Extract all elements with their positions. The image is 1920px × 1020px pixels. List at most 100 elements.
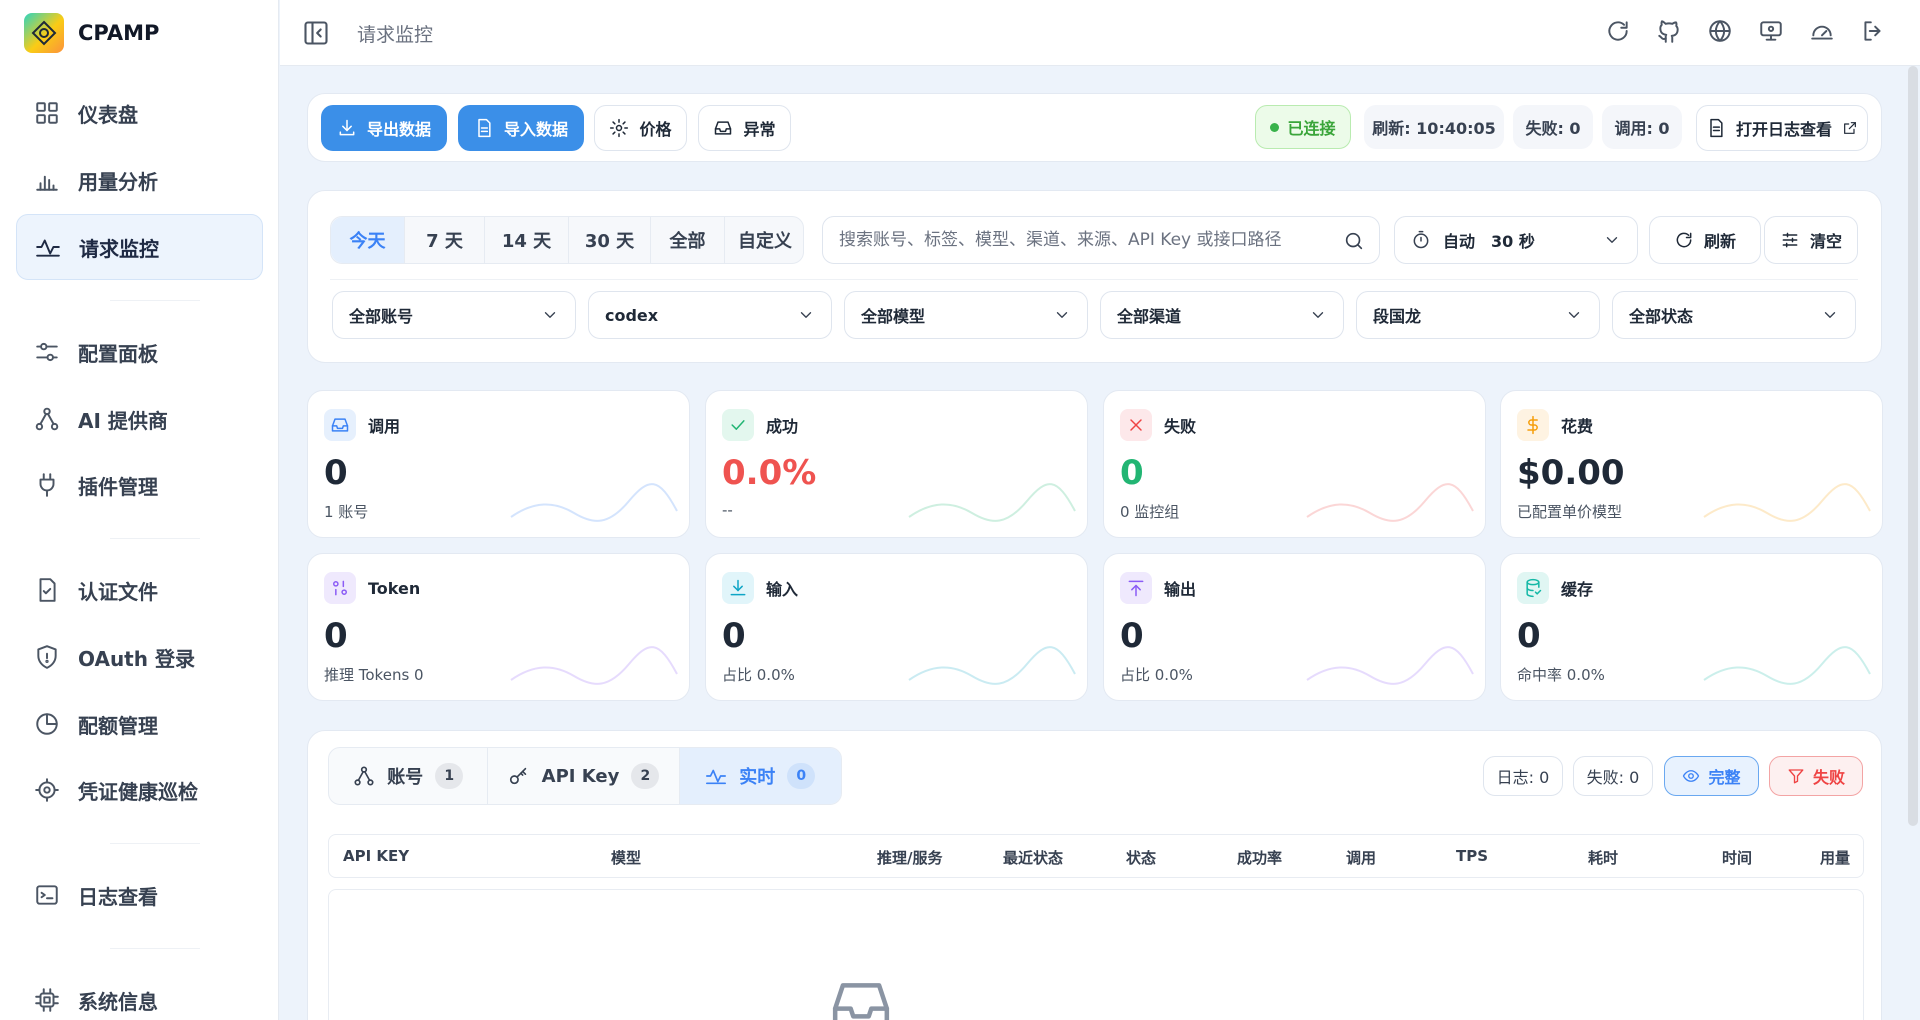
refresh-button[interactable]: 刷新: [1649, 216, 1761, 264]
sidebar-item-label: 凭证健康巡检: [78, 779, 198, 804]
logout-icon[interactable]: [1860, 18, 1886, 44]
column-header[interactable]: 成功率: [1237, 847, 1282, 868]
globe-icon[interactable]: [1707, 18, 1733, 44]
range-today[interactable]: 今天: [331, 217, 405, 263]
sidebar-toggle-icon[interactable]: [302, 19, 330, 47]
sidebar-item-oauth[interactable]: OAuth 登录: [16, 624, 263, 690]
account-select[interactable]: 全部账号: [332, 291, 576, 339]
sidebar-item-dashboard[interactable]: 仪表盘: [16, 80, 263, 146]
activity-icon: [36, 239, 60, 257]
chevron-down-icon: [1312, 312, 1324, 318]
price-button[interactable]: 价格: [594, 105, 687, 151]
sparkline-decoration: [510, 483, 678, 522]
column-header[interactable]: 状态: [1126, 847, 1156, 868]
pie-clock-icon: [36, 713, 58, 735]
sparkline-decoration: [908, 646, 1076, 685]
stat-card-calls: 调用 0 1 账号: [307, 390, 690, 538]
range-custom[interactable]: 自定义: [725, 217, 805, 263]
sliders-icon: [36, 342, 58, 362]
count-badge: 2: [631, 763, 660, 789]
tab-label: 实时: [739, 767, 776, 788]
refresh-label: 刷新: [1703, 232, 1736, 251]
fail-filter-button[interactable]: 失败: [1769, 756, 1863, 796]
channel-select-value: 全部渠道: [1117, 307, 1182, 326]
range-all[interactable]: 全部: [651, 217, 725, 263]
column-header[interactable]: 模型: [611, 847, 641, 868]
stat-card-failure: 失败 0 0 监控组: [1103, 390, 1486, 538]
column-header[interactable]: TPS: [1456, 847, 1488, 865]
column-header[interactable]: 最近状态: [1003, 847, 1063, 868]
column-header[interactable]: 推理/服务: [877, 847, 942, 868]
clear-button[interactable]: 清空: [1764, 216, 1858, 264]
sidebar-item-label: 认证文件: [78, 579, 158, 604]
sidebar-item-label: 日志查看: [78, 884, 158, 909]
key-icon: [509, 767, 526, 785]
range-30-days[interactable]: 30 天: [569, 217, 651, 263]
search-input[interactable]: [839, 217, 1329, 263]
monitor-icon[interactable]: [1758, 18, 1784, 44]
open-log-viewer-button[interactable]: 打开日志查看: [1696, 105, 1868, 151]
full-view-button[interactable]: 完整: [1664, 756, 1759, 796]
anomaly-label: 异常: [743, 120, 776, 139]
sidebar-item-auth-files[interactable]: 认证文件: [16, 557, 263, 623]
page-scrollbar[interactable]: [1908, 66, 1918, 826]
source-select[interactable]: codex: [588, 291, 832, 339]
nav-divider: [110, 300, 200, 301]
tab-accounts[interactable]: 账号 1: [329, 748, 489, 804]
stat-title: 成功: [766, 417, 799, 436]
stat-title: Token: [368, 578, 421, 598]
column-header[interactable]: API KEY: [343, 847, 409, 865]
app-name: CPAMP: [78, 21, 160, 45]
column-header[interactable]: 调用: [1346, 847, 1376, 868]
model-select[interactable]: 全部模型: [844, 291, 1088, 339]
sidebar-item-quota[interactable]: 配额管理: [16, 691, 263, 757]
stat-subtitle: 占比 0.0%: [722, 666, 795, 684]
column-header[interactable]: 耗时: [1588, 847, 1618, 868]
tab-label: API Key: [541, 765, 620, 787]
range-14-days[interactable]: 14 天: [485, 217, 569, 263]
sidebar-item-system-info[interactable]: 系统信息: [16, 967, 263, 1020]
chevron-down-icon: [1824, 312, 1836, 318]
range-7-days[interactable]: 7 天: [405, 217, 485, 263]
tab-realtime[interactable]: 实时 0: [679, 748, 841, 804]
sidebar-item-logs[interactable]: 日志查看: [16, 862, 263, 928]
stat-title: 输出: [1164, 580, 1197, 599]
stat-value: 0: [1120, 453, 1144, 493]
status-select[interactable]: 全部状态: [1612, 291, 1856, 339]
stat-card-input: 输入 0 占比 0.0%: [705, 553, 1088, 701]
sidebar-item-config[interactable]: 配置面板: [16, 319, 263, 385]
import-data-button[interactable]: 导入数据: [458, 105, 584, 151]
sparkline-decoration: [1306, 483, 1474, 522]
chevron-down-icon: [1568, 312, 1580, 318]
auto-refresh-select[interactable]: 自动 30 秒: [1394, 216, 1638, 264]
github-icon[interactable]: [1656, 18, 1682, 44]
stat-value: 0: [1517, 616, 1541, 656]
tab-api-key[interactable]: API Key 2: [488, 748, 680, 804]
stat-value: 0: [324, 616, 348, 656]
stat-value: 0: [324, 453, 348, 493]
sidebar-item-ai-provider[interactable]: AI 提供商: [16, 386, 263, 452]
search-icon[interactable]: [1343, 230, 1365, 252]
anomaly-button[interactable]: 异常: [698, 105, 791, 151]
fail-filter-label: 失败: [1812, 768, 1845, 787]
count-badge: 0: [787, 763, 816, 789]
refresh-icon[interactable]: [1605, 18, 1631, 44]
column-header[interactable]: 时间: [1722, 847, 1752, 868]
sidebar-item-label: 配额管理: [78, 713, 158, 738]
sidebar-item-monitor[interactable]: 请求监控: [16, 214, 263, 280]
inbox-icon: [324, 409, 356, 441]
sidebar-item-usage[interactable]: 用量分析: [16, 147, 263, 213]
sidebar-item-health-check[interactable]: 凭证健康巡检: [16, 757, 263, 823]
channel-select[interactable]: 全部渠道: [1100, 291, 1344, 339]
sidebar-item-plugins[interactable]: 插件管理: [16, 452, 263, 518]
export-data-button[interactable]: 导出数据: [321, 105, 447, 151]
refresh-time: 刷新: 10:40:05: [1364, 105, 1504, 149]
user-select[interactable]: 段国龙: [1356, 291, 1600, 339]
cpu-icon: [35, 988, 59, 1012]
clear-label: 清空: [1809, 232, 1842, 251]
sparkline-decoration: [1703, 646, 1871, 685]
import-data-label: 导入数据: [503, 120, 568, 139]
gauge-icon[interactable]: [1809, 18, 1835, 44]
column-header[interactable]: 用量: [1820, 847, 1850, 868]
sidebar-item-label: 配置面板: [78, 341, 158, 366]
